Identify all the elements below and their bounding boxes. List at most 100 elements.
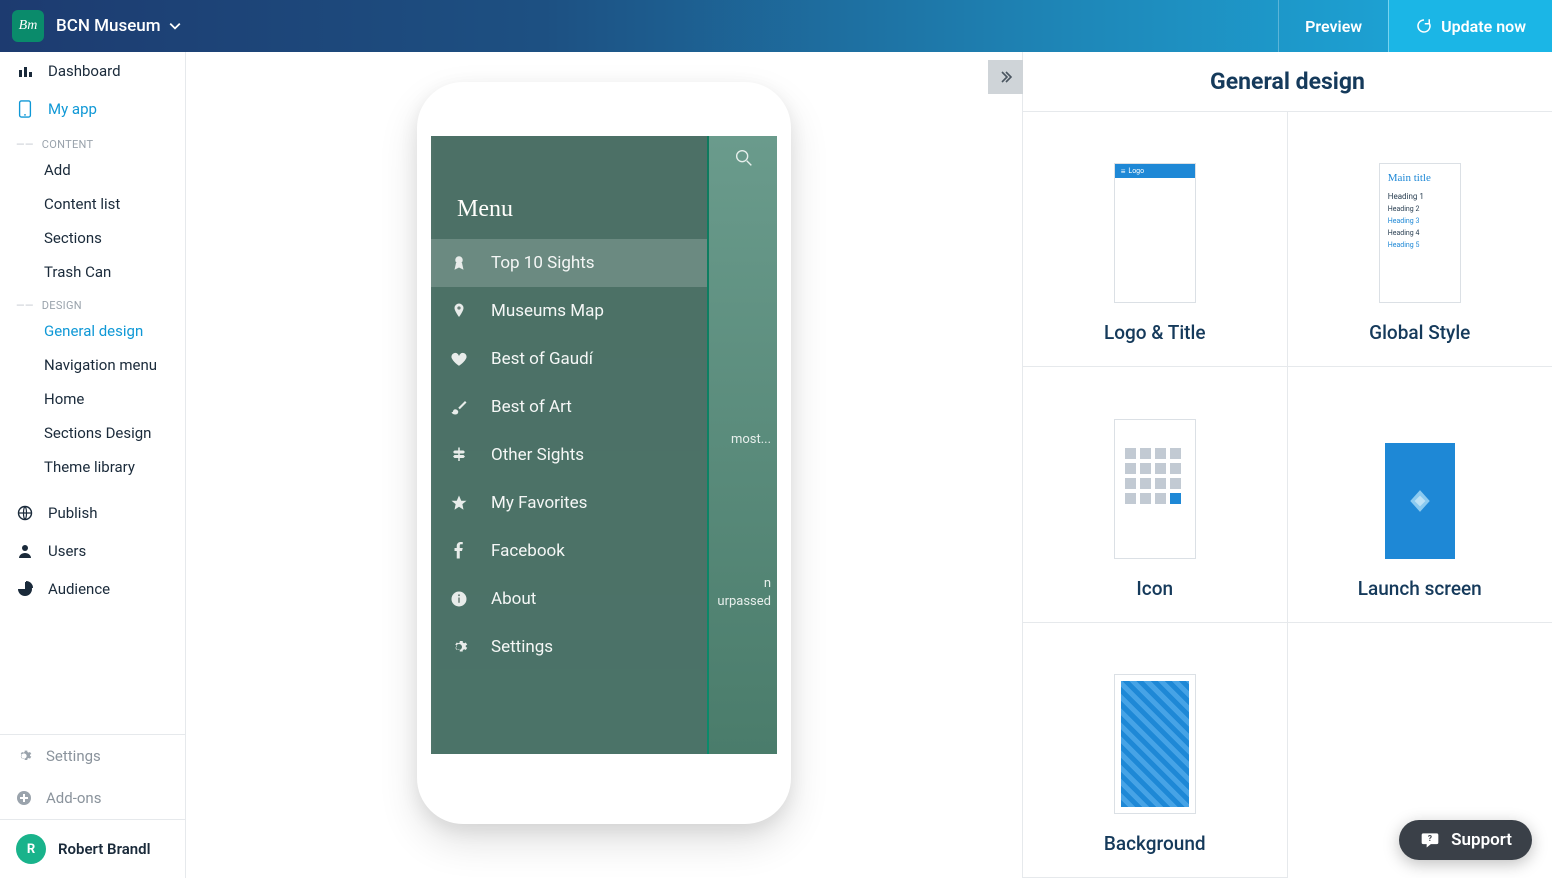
sidebar-item-label: Audience	[48, 580, 110, 598]
drawer-item-label: Other Sights	[491, 445, 584, 465]
drawer-item-pin[interactable]: Museums Map	[431, 287, 707, 335]
screen-content-strip: most... n urpassed	[709, 136, 777, 754]
facebook-icon	[449, 541, 469, 561]
sidebar-util-settings[interactable]: Settings	[0, 735, 185, 777]
tile-thumb	[1114, 419, 1196, 559]
star-icon	[449, 493, 469, 513]
bar-chart-icon	[16, 62, 34, 80]
sidebar-item-audience[interactable]: Audience	[0, 570, 185, 608]
sidebar-user[interactable]: R Robert Brandl	[0, 819, 185, 878]
tile-logo-title[interactable]: ≡Logo Logo & Title	[1023, 112, 1288, 367]
update-now-button[interactable]: Update now	[1388, 0, 1552, 52]
user-name: Robert Brandl	[58, 840, 151, 858]
sidebar-item-home[interactable]: Home	[0, 382, 185, 416]
svg-text:?: ?	[1428, 834, 1432, 844]
update-label: Update now	[1441, 17, 1526, 36]
pie-chart-icon	[16, 580, 34, 598]
sidebar-item-navigation-menu[interactable]: Navigation menu	[0, 348, 185, 382]
sidebar-item-label: Dashboard	[48, 62, 121, 80]
canvas: most... n urpassed Menu Top 10 Sights Mus…	[186, 52, 1022, 878]
drawer-item-info[interactable]: About	[431, 575, 707, 623]
tile-thumb: Main title Heading 1 Heading 2 Heading 3…	[1379, 163, 1461, 303]
bg-text: urpassed	[717, 594, 771, 609]
tile-thumb	[1385, 443, 1455, 559]
ribbon-icon	[449, 253, 469, 273]
sidebar-item-sections[interactable]: Sections	[0, 221, 185, 255]
drawer-item-star[interactable]: My Favorites	[431, 479, 707, 527]
drawer-item-gear[interactable]: Settings	[431, 623, 707, 671]
tile-label: Global Style	[1369, 321, 1470, 344]
tile-thumb: ≡Logo	[1114, 163, 1196, 303]
drawer-item-ribbon[interactable]: Top 10 Sights	[431, 239, 707, 287]
device-screen: most... n urpassed Menu Top 10 Sights Mus…	[431, 136, 777, 754]
plus-circle-icon	[16, 790, 32, 806]
info-icon	[449, 589, 469, 609]
sidebar-item-users[interactable]: Users	[0, 532, 185, 570]
sidebar-section-design: —— DESIGN	[0, 289, 185, 314]
tile-icon[interactable]: Icon	[1023, 367, 1288, 622]
phone-icon	[16, 100, 34, 118]
sidebar-util-addons[interactable]: Add-ons	[0, 777, 185, 819]
refresh-icon	[1415, 17, 1433, 35]
chat-icon: ?	[1419, 830, 1441, 850]
user-icon	[16, 542, 34, 560]
support-label: Support	[1451, 830, 1512, 850]
tile-label: Icon	[1136, 577, 1173, 600]
sidebar-item-content-list[interactable]: Content list	[0, 187, 185, 221]
sidebar-item-sections-design[interactable]: Sections Design	[0, 416, 185, 450]
drawer-item-label: Facebook	[491, 541, 565, 561]
tile-label: Launch screen	[1358, 577, 1482, 600]
tile-launch-screen[interactable]: Launch screen	[1288, 367, 1552, 622]
tile-label: Logo & Title	[1104, 321, 1206, 344]
search-icon[interactable]	[711, 136, 777, 180]
drawer-item-label: My Favorites	[491, 493, 587, 513]
collapse-panel-button[interactable]	[988, 60, 1023, 94]
avatar: R	[16, 834, 46, 864]
left-sidebar: Dashboard My app —— CONTENT Add Content …	[0, 52, 186, 878]
tile-label: Background	[1104, 832, 1206, 855]
sidebar-item-my-app[interactable]: My app	[0, 90, 185, 128]
gear-icon	[16, 748, 32, 764]
drawer-item-label: Museums Map	[491, 301, 604, 321]
app-title[interactable]: BCN Museum	[56, 16, 161, 36]
drawer-item-label: Best of Art	[491, 397, 572, 417]
panel-title: General design	[1023, 52, 1552, 112]
tile-thumb	[1114, 674, 1196, 814]
sidebar-item-general-design[interactable]: General design	[0, 314, 185, 348]
drawer-item-label: Top 10 Sights	[491, 253, 595, 273]
drawer-item-label: Best of Gaudí	[491, 349, 593, 369]
globe-icon	[16, 504, 34, 522]
sidebar-item-theme-library[interactable]: Theme library	[0, 450, 185, 484]
drawer-item-brush[interactable]: Best of Art	[431, 383, 707, 431]
sidebar-item-label: Users	[48, 542, 86, 560]
drawer-item-signpost[interactable]: Other Sights	[431, 431, 707, 479]
navigation-drawer: Menu Top 10 Sights Museums Map Best of Gau…	[431, 136, 707, 754]
signpost-icon	[449, 445, 469, 465]
top-header: Bm BCN Museum Preview Update now	[0, 0, 1552, 52]
app-logo: Bm	[12, 10, 44, 42]
sidebar-item-label: Publish	[48, 504, 97, 522]
device-frame: most... n urpassed Menu Top 10 Sights Mus…	[417, 82, 791, 824]
drawer-item-label: Settings	[491, 637, 553, 657]
drawer-item-label: About	[491, 589, 536, 609]
drawer-item-heart[interactable]: Best of Gaudí	[431, 335, 707, 383]
brush-icon	[449, 397, 469, 417]
gear-icon	[449, 637, 469, 657]
chevron-down-icon[interactable]	[169, 20, 181, 32]
pin-icon	[449, 301, 469, 321]
bg-text: most...	[731, 432, 771, 447]
drawer-item-facebook[interactable]: Facebook	[431, 527, 707, 575]
support-button[interactable]: ? Support	[1399, 820, 1532, 860]
sidebar-item-label: My app	[48, 100, 97, 118]
preview-button[interactable]: Preview	[1278, 0, 1388, 52]
sidebar-item-add[interactable]: Add	[0, 153, 185, 187]
tile-global-style[interactable]: Main title Heading 1 Heading 2 Heading 3…	[1288, 112, 1552, 367]
tile-background[interactable]: Background	[1023, 623, 1288, 878]
sidebar-item-dashboard[interactable]: Dashboard	[0, 52, 185, 90]
bg-text: n	[764, 576, 771, 591]
right-panel: General design ≡Logo Logo & Title Main t…	[1022, 52, 1552, 878]
drawer-title: Menu	[431, 136, 707, 239]
sidebar-item-trash-can[interactable]: Trash Can	[0, 255, 185, 289]
util-label: Add-ons	[46, 789, 101, 807]
sidebar-item-publish[interactable]: Publish	[0, 494, 185, 532]
